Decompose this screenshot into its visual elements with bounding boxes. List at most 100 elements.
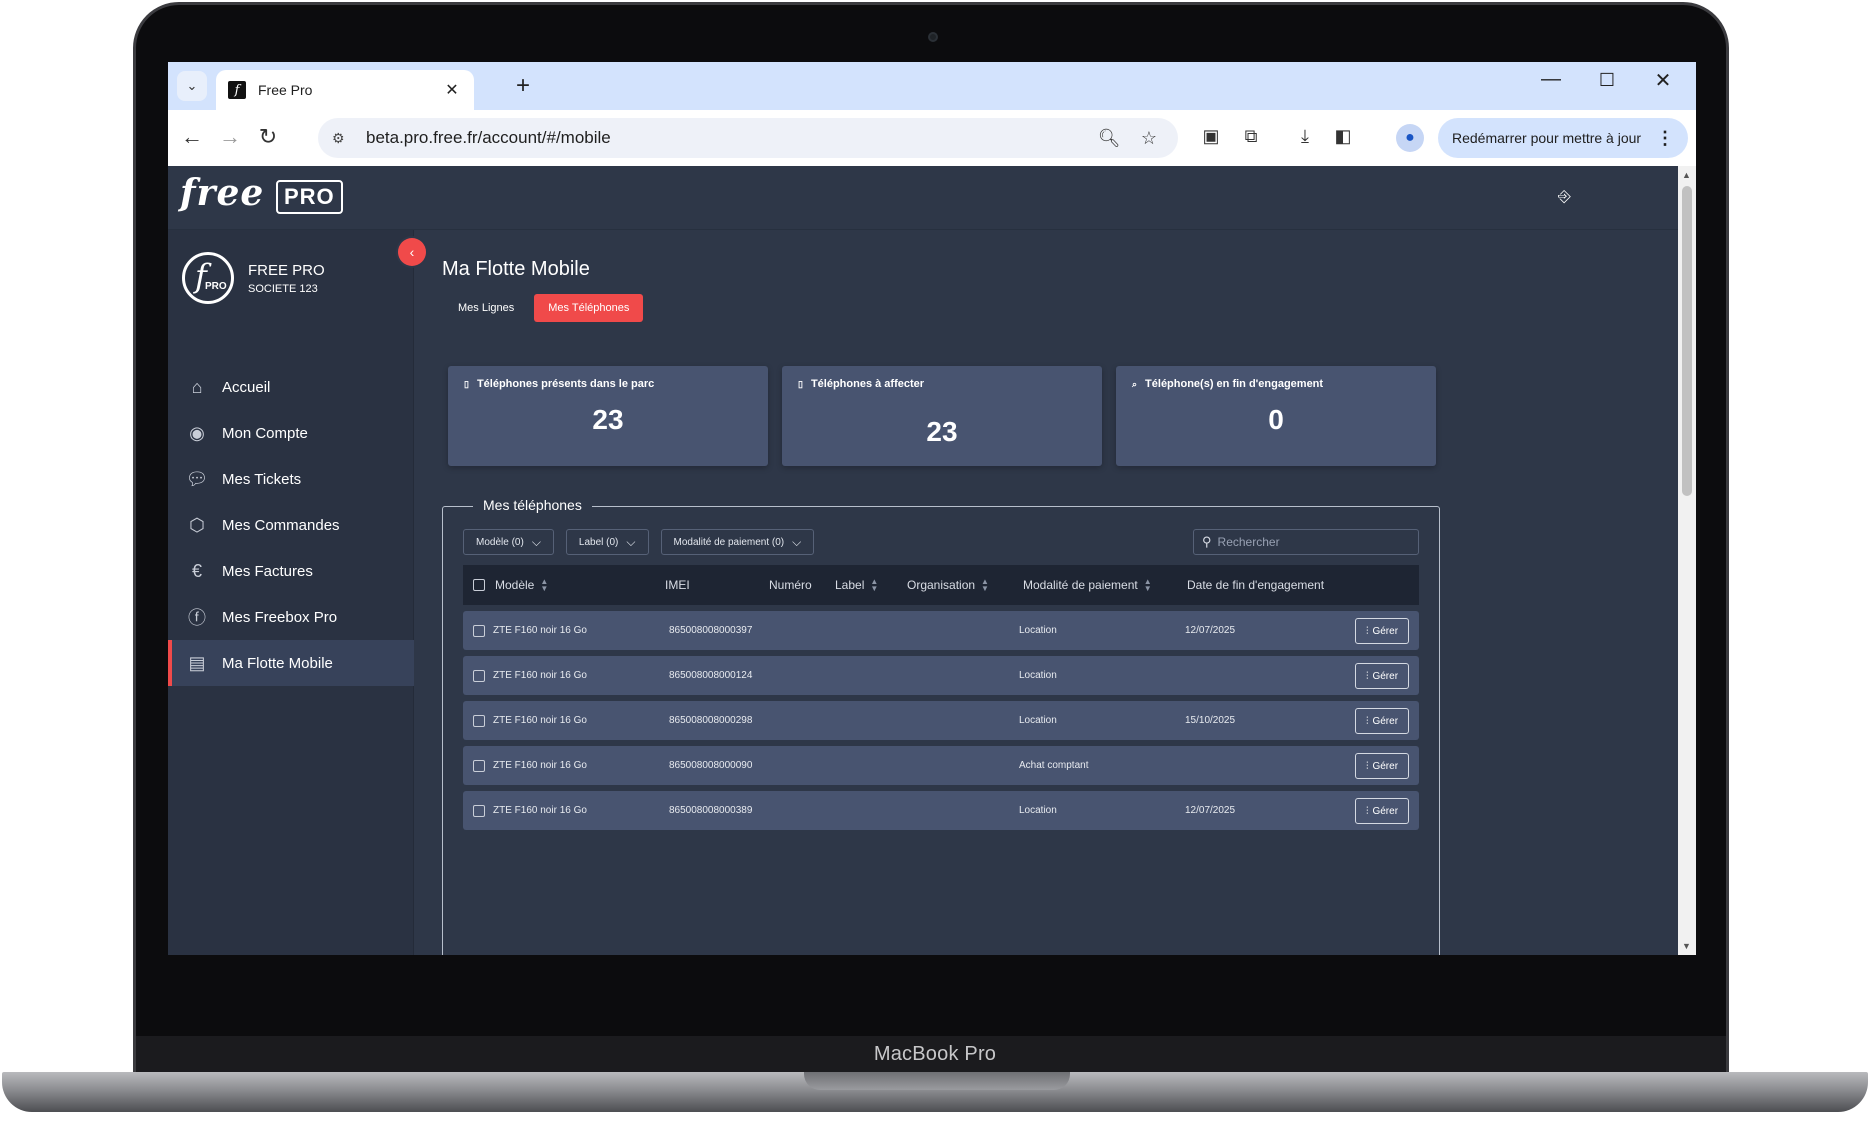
cell-end-date: 15/10/2025 (1185, 715, 1236, 726)
extensions-puzzle-icon[interactable]: ⧉ (1238, 126, 1264, 147)
col-end-date: Date de fin d'engagement (1187, 578, 1324, 592)
manage-label: Gérer (1372, 625, 1399, 637)
manage-label: Gérer (1372, 715, 1399, 727)
stat-card-affecter: ▯ Téléphones à affecter 23 (782, 366, 1102, 466)
filter-label: Label (0) (578, 536, 619, 548)
phone-icon: ▤ (188, 652, 206, 673)
select-all-checkbox[interactable] (473, 579, 485, 591)
sidebar-item-label: Mes Freebox Pro (222, 608, 338, 626)
download-icon[interactable]: ⤓ (1292, 126, 1318, 147)
collapse-sidebar-button[interactable]: ‹ (398, 238, 426, 266)
sidebar: ‹ f PRO FREE PRO SOCIETE 123 ⌂ Accueil ◉… (168, 230, 426, 955)
chevron-down-icon: ⌵ (531, 534, 541, 549)
tab-mes-lignes[interactable]: Mes Lignes (444, 294, 528, 322)
cell-payment: Location (1019, 670, 1057, 681)
col-payment[interactable]: Modalité de paiement ▲ ▼ (1023, 577, 1152, 593)
close-window-button[interactable]: ✕ (1648, 68, 1678, 93)
zoom-icon[interactable]: 🔍︎ (1094, 128, 1124, 149)
stat-value: 23 (592, 404, 624, 435)
forward-button[interactable]: → (216, 124, 244, 152)
page-scrollbar[interactable]: ▲ ▼ (1678, 166, 1696, 955)
sidebar-item-mes-freebox-pro[interactable]: ⓕ Mes Freebox Pro (168, 594, 414, 640)
col-label[interactable]: Label ▲ ▼ (835, 578, 878, 593)
address-bar[interactable]: ⚙ beta.pro.free.fr/account/#/mobile 🔍︎ ☆ (318, 118, 1178, 158)
screen: ⌄ f Free Pro ✕ + — ☐ ✕ ← → ↻ ⚙ beta.pro.… (168, 62, 1696, 955)
manage-button[interactable]: ⫶ Gérer (1355, 663, 1409, 689)
sidebar-item-label: Accueil (222, 378, 271, 396)
tab-search-button[interactable]: ⌄ (177, 71, 207, 101)
sidebar-item-mes-tickets[interactable]: 💬︎ Mes Tickets (168, 456, 414, 502)
stat-value: 23 (926, 416, 958, 447)
row-checkbox[interactable] (473, 805, 485, 817)
row-checkbox[interactable] (473, 760, 485, 772)
filter-modalite[interactable]: Modalité de paiement (0) ⌵ (660, 529, 815, 555)
stats-cards: ▯ Téléphones présents dans le parc 23 ▯ Té… (448, 366, 1436, 466)
maximize-button[interactable]: ☐ (1592, 70, 1622, 91)
chevron-down-icon: ⌵ (792, 534, 802, 549)
cell-model: ZTE F160 noir 16 Go (493, 625, 587, 636)
manage-button[interactable]: ⫶ Gérer (1355, 798, 1409, 824)
sidebar-item-mes-factures[interactable]: € Mes Factures (168, 548, 414, 594)
manage-button[interactable]: ⫶ Gérer (1355, 618, 1409, 644)
manage-button[interactable]: ⫶ Gérer (1355, 708, 1409, 734)
sidebar-item-label: Mes Tickets (222, 470, 302, 488)
extension-icon[interactable]: ▣ (1198, 126, 1224, 147)
row-checkbox[interactable] (473, 715, 485, 727)
company-logo: f PRO (182, 252, 234, 304)
pro-logo: PRO (276, 180, 343, 214)
row-checkbox[interactable] (473, 670, 485, 682)
stat-card-parc: ▯ Téléphones présents dans le parc 23 (448, 366, 768, 466)
close-tab-icon[interactable]: ✕ (442, 80, 462, 100)
back-button[interactable]: ← (178, 124, 206, 152)
cell-imei: 865008008000124 (669, 670, 753, 681)
profile-avatar-icon[interactable]: ● (1396, 124, 1424, 152)
side-panel-icon[interactable]: ◧ (1330, 126, 1356, 147)
scroll-down-arrow-icon[interactable]: ▼ (1682, 941, 1691, 951)
reload-button[interactable]: ↻ (254, 124, 282, 152)
update-button[interactable]: Redémarrer pour mettre à jour ⋮ (1438, 118, 1688, 158)
sidebar-item-label: Ma Flotte Mobile (222, 654, 333, 672)
tab-mes-telephones[interactable]: Mes Téléphones (534, 294, 644, 322)
phone-icon: ▯ (464, 378, 469, 389)
more-menu-icon[interactable]: ⋮ (1656, 128, 1674, 149)
free-logo[interactable]: free (180, 172, 264, 214)
row-checkbox[interactable] (473, 625, 485, 637)
sidebar-item-mes-commandes[interactable]: ⬡ Mes Commandes (168, 502, 414, 548)
box-icon: ⬡ (189, 514, 205, 535)
sort-icon: ▲ ▼ (981, 577, 989, 593)
search-input[interactable] (1217, 535, 1408, 549)
bookmark-star-icon[interactable]: ☆ (1134, 128, 1164, 149)
manage-button[interactable]: ⫶ Gérer (1355, 753, 1409, 779)
sliders-icon: ⫶ (1365, 670, 1369, 682)
sort-icon: ▲ ▼ (540, 577, 549, 593)
filter-label: Modèle (0) (476, 536, 524, 548)
scroll-up-arrow-icon[interactable]: ▲ (1682, 170, 1691, 180)
sidebar-item-mon-compte[interactable]: ◉ Mon Compte (168, 410, 414, 456)
col-model[interactable]: Modèle ▲ ▼ (495, 577, 549, 593)
sliders-icon: ⫶ (1365, 805, 1369, 817)
minimize-button[interactable]: — (1536, 68, 1566, 91)
profile-name: FREE PRO (248, 261, 325, 279)
logout-icon[interactable]: ⎆ (1558, 188, 1571, 206)
stat-card-fin-engagement: ⌕ Téléphone(s) en fin d'engagement 0 (1116, 366, 1436, 466)
filter-label[interactable]: Label (0) ⌵ (565, 529, 649, 555)
scrollbar-thumb[interactable] (1682, 186, 1692, 496)
search-field[interactable]: ⚲ (1193, 529, 1419, 555)
webcam (928, 32, 938, 42)
browser-tab[interactable]: f Free Pro ✕ (216, 70, 474, 110)
filter-modele[interactable]: Modèle (0) ⌵ (463, 529, 554, 555)
sidebar-item-ma-flotte-mobile[interactable]: ▤ Ma Flotte Mobile (168, 640, 414, 686)
col-organisation[interactable]: Organisation ▲ ▼ (907, 577, 989, 593)
sidebar-menu: ⌂ Accueil ◉ Mon Compte 💬︎ Mes Tickets ⬡ … (168, 364, 414, 686)
chat-icon: 💬︎ (185, 468, 209, 489)
app-root: free PRO ⎆ ‹ f PRO FREE PRO SOCIETE 123 (168, 166, 1678, 955)
site-settings-icon[interactable]: ⚙ (332, 130, 352, 147)
sort-icon: ▲ ▼ (1143, 577, 1152, 593)
table-body: ZTE F160 noir 16 Go 865008008000397 Loca… (463, 611, 1419, 836)
cell-payment: Achat comptant (1019, 760, 1089, 771)
favicon-icon: f (228, 81, 246, 99)
sidebar-item-accueil[interactable]: ⌂ Accueil (168, 364, 414, 410)
sidebar-item-label: Mon Compte (222, 424, 308, 442)
new-tab-button[interactable]: + (510, 72, 536, 100)
column-label: Modalité de paiement (1023, 578, 1138, 592)
